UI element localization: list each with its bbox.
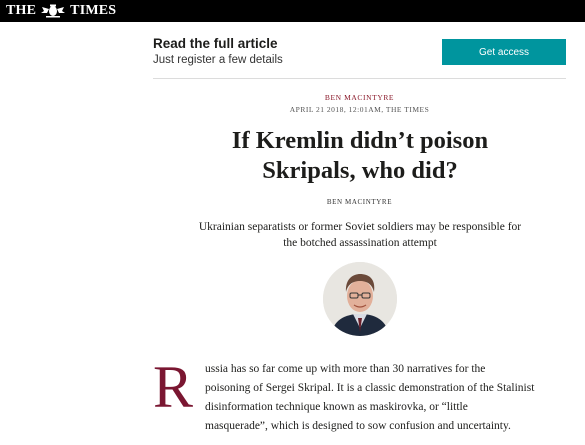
author-headshot-image — [323, 262, 397, 336]
logo-text-left: THE — [6, 3, 37, 18]
logo-text-right: TIMES — [70, 3, 117, 18]
standfirst-line-2: the botched assassination attempt — [283, 237, 437, 249]
register-subtitle: Just register a few details — [153, 54, 283, 66]
divider — [153, 78, 566, 79]
get-access-button[interactable]: Get access — [442, 39, 566, 65]
author-byline-top[interactable]: BEN MACINTYRE — [153, 93, 566, 102]
body-line-1: ussia has so far come up with more than … — [205, 363, 486, 375]
times-logo[interactable]: THE TIMES — [6, 3, 116, 19]
author-byline[interactable]: BEN MACINTYRE — [153, 198, 566, 206]
article-dateline: APRIL 21 2018, 12:01AM, THE TIMES — [289, 105, 430, 114]
drop-cap: R — [153, 354, 194, 420]
headline-line-2: Skripals, who did? — [262, 157, 458, 184]
author-avatar — [323, 262, 397, 336]
article-body: ussia has so far come up with more than … — [205, 360, 575, 436]
body-line-2: poisoning of Sergei Skripal. It is a cla… — [205, 382, 535, 394]
register-title: Read the full article — [153, 36, 278, 51]
body-line-3: disinformation technique known as maskir… — [205, 401, 468, 413]
article-headline: If Kremlin didn’t poison Skripals, who d… — [160, 126, 560, 186]
body-line-4: masquerade”, which is designed to sow co… — [205, 420, 511, 432]
top-bar: THE TIMES — [0, 0, 585, 22]
article-standfirst: Ukrainian separatists or former Soviet s… — [180, 219, 540, 251]
standfirst-line-1: Ukrainian separatists or former Soviet s… — [198, 221, 522, 233]
royal-crest-icon — [41, 4, 66, 18]
headline-line-1: If Kremlin didn’t poison — [231, 127, 489, 154]
